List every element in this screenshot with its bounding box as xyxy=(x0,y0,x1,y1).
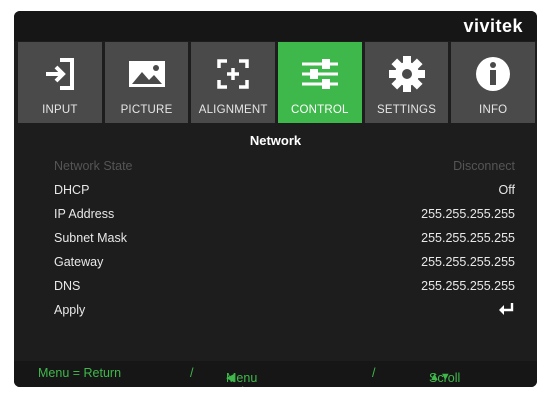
tab-label: CONTROL xyxy=(291,104,349,116)
row-value: 255.255.255.255 xyxy=(421,279,515,293)
row-dns[interactable]: DNS 255.255.255.255 xyxy=(54,276,515,298)
enter-icon xyxy=(497,302,515,319)
alignment-icon xyxy=(211,54,255,94)
row-dhcp[interactable]: DHCP Off xyxy=(54,180,515,202)
row-label: IP Address xyxy=(54,207,115,221)
row-label: DNS xyxy=(54,279,81,293)
row-subnet-mask[interactable]: Subnet Mask 255.255.255.255 xyxy=(54,228,515,250)
row-ip-address[interactable]: IP Address 255.255.255.255 xyxy=(54,204,515,226)
hint-return: Menu = Return xyxy=(38,366,122,380)
tab-picture[interactable]: PICTURE xyxy=(104,42,189,123)
row-apply[interactable]: Apply xyxy=(54,300,515,322)
tab-label: INPUT xyxy=(42,104,78,116)
gear-icon xyxy=(385,54,429,94)
row-label: Subnet Mask xyxy=(54,231,127,245)
brand-bar: vivitek xyxy=(14,11,537,41)
panel-title: Network xyxy=(249,133,302,148)
tab-settings[interactable]: SETTINGS xyxy=(364,42,449,123)
network-panel: Network Network State Disconnect DHCP Of… xyxy=(14,123,537,361)
hint-separator: / xyxy=(190,366,194,380)
hint-separator: / xyxy=(372,366,376,380)
row-label: DHCP xyxy=(54,183,90,197)
tab-alignment[interactable]: ALIGNMENT xyxy=(191,42,276,123)
row-label: Gateway xyxy=(54,255,104,269)
tab-input[interactable]: INPUT xyxy=(18,42,102,123)
osd-menu: vivitek INPUT PICTURE ALIGNMENT CONTROL … xyxy=(14,11,537,387)
tab-label: SETTINGS xyxy=(376,104,437,116)
tab-label: INFO xyxy=(479,104,508,116)
input-icon xyxy=(38,54,82,94)
tab-control[interactable]: CONTROL xyxy=(278,42,362,123)
row-label: Apply xyxy=(54,303,86,317)
info-icon xyxy=(471,54,515,94)
left-right-arrows-icon: ◀ ▶ xyxy=(226,372,235,387)
row-network-state: Network State Disconnect xyxy=(54,156,515,178)
sliders-icon xyxy=(298,54,342,94)
row-value: Disconnect xyxy=(453,159,515,173)
row-value: 255.255.255.255 xyxy=(421,207,515,221)
footer-hints: Menu = Return / Menu Select ◀ ▶ / Scroll… xyxy=(14,361,537,387)
row-gateway[interactable]: Gateway 255.255.255.255 xyxy=(54,252,515,274)
picture-icon xyxy=(125,54,169,94)
row-value: 255.255.255.255 xyxy=(421,255,515,269)
row-value: Off xyxy=(498,183,515,197)
row-label: Network State xyxy=(54,159,133,173)
tab-info[interactable]: INFO xyxy=(451,42,536,123)
tab-label: ALIGNMENT xyxy=(198,104,268,116)
tab-bar: INPUT PICTURE ALIGNMENT CONTROL SETTINGS… xyxy=(18,42,536,123)
row-value: 255.255.255.255 xyxy=(421,231,515,245)
tab-label: PICTURE xyxy=(120,104,173,116)
brand-logo: vivitek xyxy=(463,16,523,36)
up-down-arrows-icon: ▲▼ xyxy=(429,371,451,383)
